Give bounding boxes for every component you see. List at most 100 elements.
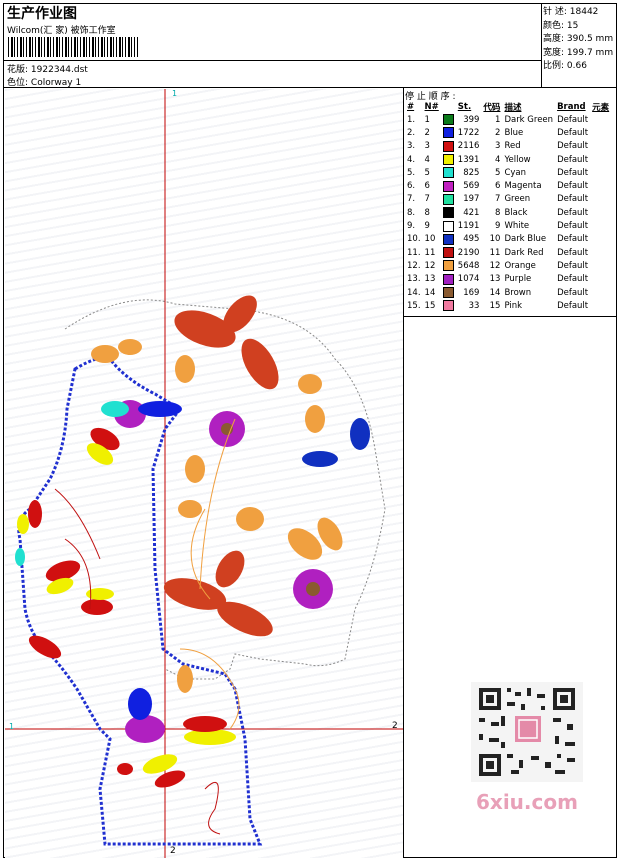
row-code: 2 bbox=[495, 127, 501, 138]
barcode bbox=[8, 37, 138, 57]
leaf bbox=[28, 635, 62, 659]
studio-name: Wilcom(汇 家) 被饰工作室 bbox=[7, 26, 116, 36]
color-swatch bbox=[442, 207, 454, 219]
row-stitches: 825 bbox=[463, 167, 480, 178]
color-swatch bbox=[442, 300, 454, 312]
row-description: Dark Red bbox=[504, 247, 544, 258]
embroidery-preview bbox=[5, 89, 403, 858]
row-code: 5 bbox=[495, 167, 501, 178]
col-needle: N# bbox=[424, 102, 439, 112]
row-index: 5. bbox=[407, 167, 416, 178]
row-element bbox=[590, 179, 611, 192]
col-swatch bbox=[441, 101, 456, 113]
row-needle: 10 bbox=[424, 234, 436, 245]
row-stitches: 421 bbox=[463, 207, 480, 218]
row-swatch bbox=[441, 113, 456, 126]
color-swatch bbox=[442, 180, 454, 192]
leaf bbox=[81, 599, 113, 615]
row-description: Blue bbox=[504, 127, 524, 138]
col-stitches: St. bbox=[457, 102, 472, 112]
row-brand: Default bbox=[557, 260, 589, 271]
row-index: 11. bbox=[407, 247, 421, 258]
row-element bbox=[590, 193, 611, 206]
row-index: 3. bbox=[407, 141, 416, 152]
row-code: 6 bbox=[495, 181, 501, 192]
row-brand: Default bbox=[557, 167, 589, 178]
thread-row: 6. 6 569 6 Magenta Default bbox=[405, 179, 611, 192]
row-stitches: 1074 bbox=[457, 274, 480, 285]
row-code: 1 bbox=[495, 114, 501, 125]
color-swatch bbox=[442, 273, 454, 285]
color-swatch bbox=[442, 287, 454, 298]
leaf bbox=[215, 550, 245, 588]
row-stitches: 1391 bbox=[457, 154, 480, 165]
row-stitches: 5648 bbox=[457, 260, 480, 271]
row-brand: Default bbox=[557, 234, 589, 245]
thread-row: 10. 10 495 10 Dark Blue Default bbox=[405, 233, 611, 246]
row-description: White bbox=[504, 221, 530, 232]
thread-row: 1. 1 399 1 Dark Green Default bbox=[405, 113, 611, 126]
colors-value: 15 bbox=[566, 20, 579, 31]
color-swatch bbox=[442, 247, 454, 259]
leaf bbox=[15, 548, 25, 566]
divider bbox=[3, 87, 617, 88]
thread-row: 4. 4 1391 4 Yellow Default bbox=[405, 153, 611, 166]
height-label: 高度: bbox=[543, 34, 565, 44]
row-needle: 7 bbox=[424, 194, 430, 205]
thread-row: 2. 2 1722 2 Blue Default bbox=[405, 126, 611, 139]
thread-row: 8. 8 421 8 Black Default bbox=[405, 206, 611, 219]
row-needle: 12 bbox=[424, 260, 436, 271]
row-swatch bbox=[441, 286, 456, 299]
divider bbox=[403, 88, 404, 858]
axis-label-bottom: 2 bbox=[170, 846, 176, 856]
row-swatch bbox=[441, 299, 456, 312]
flower bbox=[125, 715, 165, 743]
color-swatch bbox=[442, 114, 454, 126]
row-stitches: 495 bbox=[463, 234, 480, 245]
divider bbox=[541, 3, 542, 88]
row-brand: Default bbox=[557, 247, 589, 258]
thread-row: 11. 11 2190 11 Dark Red Default bbox=[405, 246, 611, 259]
thread-row: 7. 7 197 7 Green Default bbox=[405, 193, 611, 206]
row-description: Black bbox=[504, 207, 528, 218]
stitches-label: 针 述: bbox=[543, 7, 567, 17]
row-index: 8. bbox=[407, 207, 416, 218]
row-swatch bbox=[441, 193, 456, 206]
row-needle: 5 bbox=[424, 167, 430, 178]
row-description: Dark Green bbox=[504, 114, 554, 125]
row-code: 12 bbox=[489, 260, 501, 271]
row-brand: Default bbox=[557, 114, 589, 125]
row-element bbox=[590, 113, 611, 126]
row-element bbox=[590, 299, 611, 312]
design-line: 花版: 1922344.dst bbox=[7, 62, 88, 75]
petal bbox=[185, 455, 205, 483]
row-needle: 1 bbox=[424, 114, 430, 125]
color-swatch bbox=[442, 220, 454, 232]
row-stitches: 569 bbox=[463, 181, 480, 192]
axis-label-top: 1 bbox=[172, 89, 178, 98]
row-stitches: 2116 bbox=[457, 141, 480, 152]
design-label: 花版: bbox=[7, 65, 29, 75]
flower-motif bbox=[15, 295, 370, 835]
row-swatch bbox=[441, 166, 456, 179]
row-swatch bbox=[441, 206, 456, 219]
design-value: 1922344.dst bbox=[30, 65, 88, 75]
color-swatch bbox=[442, 233, 454, 245]
embroidery-canvas: 1 1 2 2 bbox=[5, 89, 403, 858]
row-description: Green bbox=[504, 194, 531, 205]
row-needle: 6 bbox=[424, 181, 430, 192]
row-needle: 9 bbox=[424, 221, 430, 232]
row-needle: 14 bbox=[424, 287, 436, 298]
petal bbox=[177, 665, 193, 693]
leaf bbox=[138, 401, 182, 417]
col-index: # bbox=[407, 102, 415, 112]
leaf bbox=[28, 500, 42, 528]
thread-row: 3. 3 2116 3 Red Default bbox=[405, 140, 611, 153]
petal bbox=[175, 355, 195, 383]
scale-value: 0.66 bbox=[566, 61, 587, 71]
row-brand: Default bbox=[557, 154, 589, 165]
row-brand: Default bbox=[557, 181, 589, 192]
row-swatch bbox=[441, 126, 456, 139]
row-element bbox=[590, 153, 611, 166]
thread-row: 14. 14 169 14 Brown Default bbox=[405, 286, 611, 299]
